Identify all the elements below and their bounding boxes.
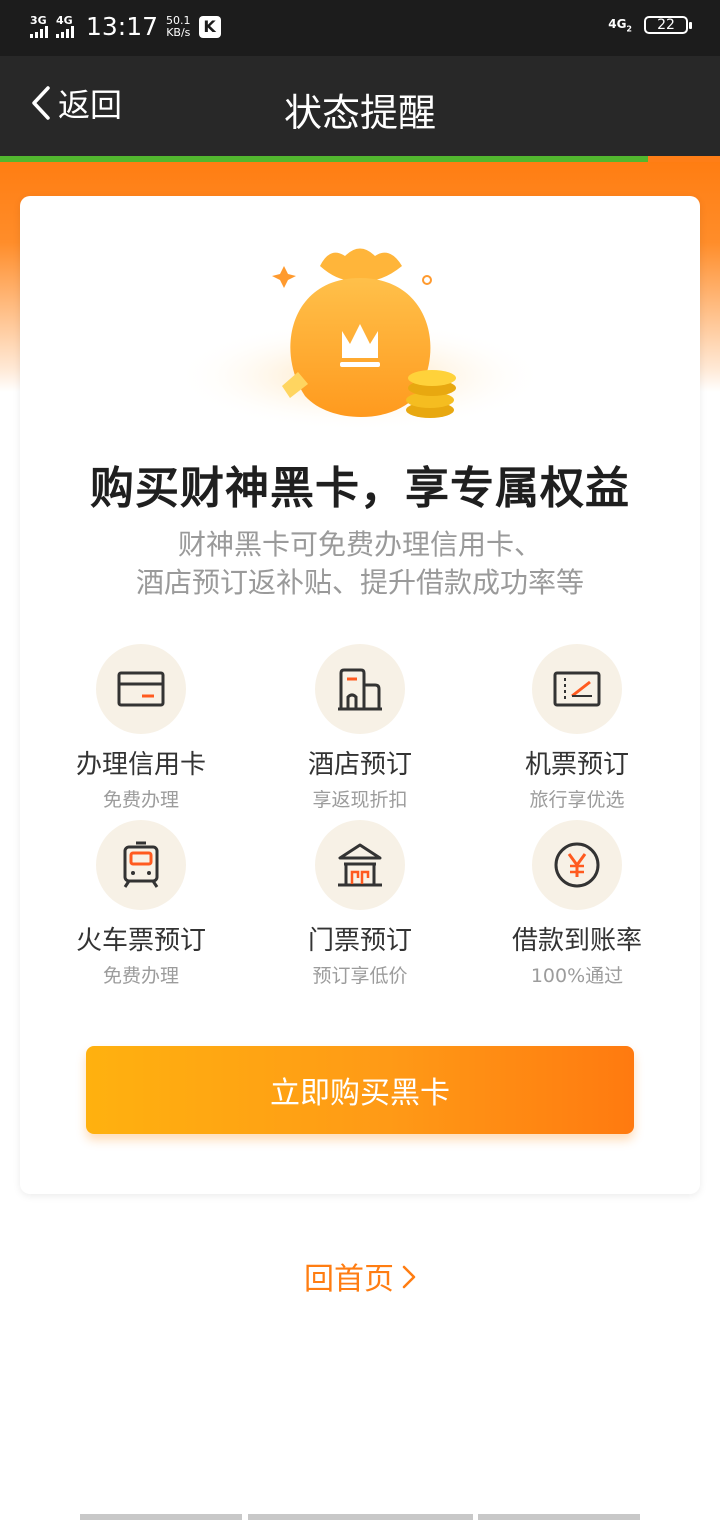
network-speed: 50.1 KB/s bbox=[166, 13, 191, 39]
benefit-icon-bg bbox=[96, 644, 186, 734]
credit-card-icon bbox=[117, 671, 165, 707]
battery-level: 22 bbox=[657, 17, 675, 33]
hotel-icon bbox=[338, 668, 382, 711]
battery-icon: 22 bbox=[644, 16, 692, 34]
promo-headline: 购买财神黑卡，享专属权益 bbox=[90, 463, 630, 514]
benefit-hotel[interactable]: 酒店预订 享返现折扣 bbox=[250, 644, 470, 812]
nav-key-right[interactable] bbox=[478, 1514, 640, 1520]
system-nav-bar bbox=[0, 1514, 720, 1520]
desc-line-2: 酒店预订返补贴、提升借款成功率等 bbox=[135, 566, 584, 599]
plane-ticket-icon bbox=[553, 671, 601, 707]
benefit-name: 借款到账率 bbox=[511, 926, 642, 956]
back-to-home-link[interactable]: 回首页 bbox=[0, 1254, 720, 1298]
benefit-sub: 免费办理 bbox=[102, 965, 179, 987]
signal-sim2: 4G bbox=[56, 15, 74, 38]
nav-key-left[interactable] bbox=[80, 1514, 242, 1520]
home-link-label: 回首页 bbox=[304, 1262, 394, 1297]
benefit-loan[interactable]: 借款到账率 100%通过 bbox=[467, 820, 687, 988]
benefit-name: 火车票预订 bbox=[75, 926, 206, 956]
sim1-label: 3G bbox=[30, 14, 47, 27]
benefit-tickets[interactable]: 门票预订 预订享低价 bbox=[250, 820, 470, 988]
benefit-sub: 100%通过 bbox=[530, 965, 624, 987]
benefit-name: 机票预订 bbox=[524, 750, 629, 780]
train-icon bbox=[123, 841, 159, 888]
speed-unit: KB/s bbox=[166, 25, 191, 39]
chevron-right-icon bbox=[402, 1262, 416, 1297]
nav-bar: 返回 状态提醒 bbox=[0, 56, 720, 156]
benefit-icon-bg bbox=[532, 820, 622, 910]
nav-key-home[interactable] bbox=[248, 1514, 473, 1520]
speed-value: 50.1 bbox=[166, 13, 191, 27]
benefit-icon-bg bbox=[315, 820, 405, 910]
yuan-icon bbox=[554, 842, 600, 888]
network-sub: 2 bbox=[626, 24, 632, 34]
benefit-name: 酒店预订 bbox=[307, 750, 412, 780]
benefit-name: 办理信用卡 bbox=[75, 750, 206, 780]
benefit-icon-bg bbox=[315, 644, 405, 734]
benefit-sub: 免费办理 bbox=[102, 789, 179, 811]
promo-description: 财神黑卡可免费办理信用卡、 酒店预订返补贴、提升借款成功率等 bbox=[20, 526, 700, 602]
signal-bars-icon bbox=[56, 26, 74, 38]
buy-black-card-button[interactable]: 立即购买黑卡 bbox=[86, 1046, 634, 1134]
status-bar: 3G 4G 13:17 50.1 KB/s K 4G2 22 bbox=[0, 0, 720, 56]
benefit-train[interactable]: 火车票预订 免费办理 bbox=[31, 820, 251, 988]
benefit-name: 门票预订 bbox=[307, 926, 412, 956]
benefit-sub: 享返现折扣 bbox=[312, 789, 408, 811]
network-type: 4G2 bbox=[608, 17, 632, 33]
benefit-sub: 旅行享优选 bbox=[529, 789, 625, 811]
desc-line-1: 财神黑卡可免费办理信用卡、 bbox=[177, 528, 542, 561]
benefit-credit-card[interactable]: 办理信用卡 免费办理 bbox=[31, 644, 251, 812]
benefit-sub: 预订享低价 bbox=[312, 965, 408, 987]
sim2-label: 4G bbox=[56, 14, 73, 27]
benefit-icon-bg bbox=[96, 820, 186, 910]
pavilion-icon bbox=[338, 843, 382, 887]
signal-sim1: 3G bbox=[30, 15, 48, 38]
money-bag-illustration bbox=[175, 248, 545, 431]
clock: 13:17 bbox=[86, 12, 159, 41]
promo-card: 购买财神黑卡，享专属权益 财神黑卡可免费办理信用卡、 酒店预订返补贴、提升借款成… bbox=[20, 196, 700, 1194]
page-title: 状态提醒 bbox=[283, 91, 436, 135]
signal-bars-icon bbox=[30, 26, 48, 38]
network-label: 4G bbox=[608, 16, 627, 31]
benefit-flight[interactable]: 机票预订 旅行享优选 bbox=[467, 644, 687, 812]
benefit-icon-bg bbox=[532, 644, 622, 734]
app-badge-icon: K bbox=[198, 15, 221, 38]
